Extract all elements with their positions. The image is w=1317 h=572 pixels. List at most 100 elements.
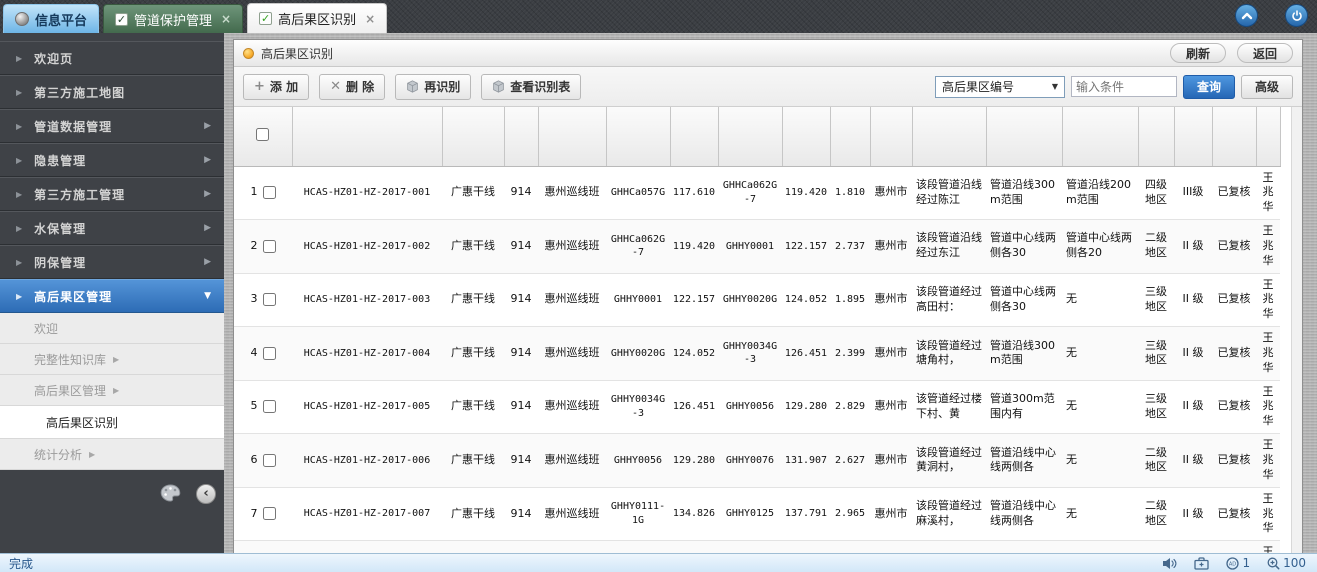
row-checkbox[interactable]: [263, 240, 276, 253]
column-header: [986, 107, 1062, 166]
cell-length: 1.810: [830, 166, 870, 220]
table-row[interactable]: 7 HCAS-HZ01-HZ-2017-007 广惠干线 914 惠州巡线班 G…: [234, 487, 1280, 541]
cell-city: 惠州市: [870, 380, 912, 434]
row-checkbox[interactable]: [263, 293, 276, 306]
cell-hca-code: HCAS-HZ01-HZ-2017-008: [292, 541, 442, 553]
cell-pipeline-name: 广惠干线: [442, 541, 504, 553]
table-row[interactable]: 6 HCAS-HZ01-HZ-2017-006 广惠干线 914 惠州巡线班 G…: [234, 434, 1280, 488]
sidebar-subitem[interactable]: 统计分析 ▶: [0, 439, 224, 470]
add-button[interactable]: + 添 加: [243, 74, 309, 100]
row-checkbox[interactable]: [263, 186, 276, 199]
speaker-icon[interactable]: [1162, 557, 1177, 570]
cell-area-grade-desc: 该段管道经过塘角村，: [912, 327, 986, 381]
shield-zone-indicator[interactable]: AD 1: [1226, 556, 1250, 570]
tab-pipeline-protection[interactable]: ✓ 管道保护管理 ×: [103, 4, 243, 33]
cell-patrol-team: 惠州巡线班: [538, 380, 606, 434]
sidebar-item[interactable]: 隐患管理 ▶: [0, 143, 224, 177]
sidebar-item[interactable]: 第三方施工管理 ▶: [0, 177, 224, 211]
column-header: [442, 107, 504, 166]
refresh-button[interactable]: 刷新: [1170, 43, 1226, 63]
table-row[interactable]: 4 HCAS-HZ01-HZ-2017-004 广惠干线 914 惠州巡线班 G…: [234, 327, 1280, 381]
cell-specific-site-desc: 管道沿线中心线两侧各: [986, 487, 1062, 541]
submenu-arrow-icon: ▶: [204, 121, 212, 131]
cell-assignee: 王兆华: [1256, 273, 1280, 327]
sidebar-item-label: 水保管理: [34, 220, 86, 237]
submenu-arrow-icon: ▼: [204, 291, 212, 301]
query-button[interactable]: 查询: [1183, 75, 1235, 99]
tab-info-platform[interactable]: 信息平台: [3, 4, 99, 33]
power-button[interactable]: [1285, 4, 1308, 27]
sidebar-item[interactable]: 水保管理 ▶: [0, 211, 224, 245]
cell-start-pile: GHHY0020G: [606, 327, 670, 381]
sidebar-subitem[interactable]: 完整性知识库 ▶: [0, 344, 224, 375]
cell-area-grade: 三级地区: [1138, 327, 1174, 381]
sidebar-subitem[interactable]: 欢迎: [0, 313, 224, 344]
table-row[interactable]: 5 HCAS-HZ01-HZ-2017-005 广惠干线 914 惠州巡线班 G…: [234, 380, 1280, 434]
view-identification-table-button[interactable]: 查看识别表: [481, 74, 581, 100]
column-header: [870, 107, 912, 166]
cell-pipeline-name: 广惠干线: [442, 273, 504, 327]
cell-city: 惠州市: [870, 327, 912, 381]
tab-hca-identification[interactable]: ✓ 高后果区识别 ×: [247, 3, 387, 33]
close-icon[interactable]: ×: [365, 13, 375, 25]
row-checkbox[interactable]: [263, 400, 276, 413]
table-row[interactable]: 3 HCAS-HZ01-HZ-2017-003 广惠干线 914 惠州巡线班 G…: [234, 273, 1280, 327]
cell-start-pile: GHHY0125: [606, 541, 670, 553]
cell-start-mileage: 129.280: [670, 434, 718, 488]
close-icon[interactable]: ×: [221, 13, 231, 25]
reidentify-button[interactable]: 再识别: [395, 74, 471, 100]
cell-assignee: 王兆华: [1256, 327, 1280, 381]
toolbar: + 添 加 ✕ 删 除 再识别 查看识别表: [234, 67, 1302, 107]
row-number: 4: [251, 346, 258, 361]
hca-panel: 高后果区识别 刷新 返回 + 添 加 ✕ 删 除: [233, 39, 1303, 553]
chevron-down-icon: ▼: [1052, 82, 1058, 91]
select-all-checkbox[interactable]: [256, 128, 269, 141]
cell-patrol-team: 惠州巡线班: [538, 487, 606, 541]
sidebar-item[interactable]: 管道数据管理 ▶: [0, 109, 224, 143]
scroll-up-button[interactable]: [1235, 4, 1258, 27]
sidebar-item[interactable]: 欢迎页: [0, 41, 224, 75]
column-header: [292, 107, 442, 166]
filter-field-select[interactable]: 高后果区编号 ▼: [935, 76, 1065, 98]
submenu-arrow-icon: ▶: [113, 355, 119, 364]
cell-specific-site-desc: 管道300m范围内有: [986, 380, 1062, 434]
cell-hca-grade: II 级: [1174, 273, 1212, 327]
cell-length: 1.895: [830, 273, 870, 327]
cell-hca-code: HCAS-HZ01-HZ-2017-001: [292, 166, 442, 220]
row-checkbox[interactable]: [263, 454, 276, 467]
cell-start-mileage: 122.157: [670, 273, 718, 327]
sidebar-subitem[interactable]: 高后果区管理 ▶: [0, 375, 224, 406]
sidebar-item[interactable]: 高后果区管理 ▼: [0, 279, 224, 313]
sidebar-item[interactable]: 阴保管理 ▶: [0, 245, 224, 279]
cell-area-grade-desc: 该段管道沿线经过东江: [912, 220, 986, 274]
row-checkbox[interactable]: [263, 507, 276, 520]
row-checkbox[interactable]: [263, 347, 276, 360]
cell-start-pile: GHHY0111-1G: [606, 487, 670, 541]
cell-end-mileage: 122.157: [782, 220, 830, 274]
cell-patrol-team: 惠州巡线班: [538, 434, 606, 488]
advanced-button[interactable]: 高级: [1241, 75, 1293, 99]
zoom-level: 100: [1283, 556, 1306, 570]
column-header: [504, 107, 538, 166]
vertical-scrollbar[interactable]: [1291, 107, 1302, 553]
filter-condition-input[interactable]: [1071, 76, 1177, 97]
briefcase-icon[interactable]: [1194, 557, 1209, 570]
delete-button[interactable]: ✕ 删 除: [319, 74, 385, 100]
back-button[interactable]: 返回: [1237, 43, 1293, 63]
row-number: 3: [251, 292, 258, 307]
cell-status: 已复核: [1212, 487, 1256, 541]
cell-end-pile: GHHY0056: [718, 380, 782, 434]
sidebar-subitem[interactable]: 高后果区识别: [0, 406, 224, 439]
sidebar: 欢迎页 第三方施工地图 管道数据管理 ▶ 隐患管理: [0, 33, 224, 553]
cell-start-pile: GHHCa057G: [606, 166, 670, 220]
sidebar-collapse-button[interactable]: ‹: [196, 484, 216, 504]
cell-end-mileage: 129.280: [782, 380, 830, 434]
zoom-control[interactable]: 100: [1267, 556, 1306, 570]
table-row[interactable]: 1 HCAS-HZ01-HZ-2017-001 广惠干线 914 惠州巡线班 G…: [234, 166, 1280, 220]
column-header: [538, 107, 606, 166]
sidebar-item[interactable]: 第三方施工地图: [0, 75, 224, 109]
table-row[interactable]: 8 HCAS-HZ01-HZ-2017-008 广惠干线 914 惠州巡线班 G…: [234, 541, 1280, 553]
cell-assignee: 王兆华: [1256, 541, 1280, 553]
table-row[interactable]: 2 HCAS-HZ01-HZ-2017-002 广惠干线 914 惠州巡线班 G…: [234, 220, 1280, 274]
palette-icon[interactable]: [160, 484, 181, 503]
